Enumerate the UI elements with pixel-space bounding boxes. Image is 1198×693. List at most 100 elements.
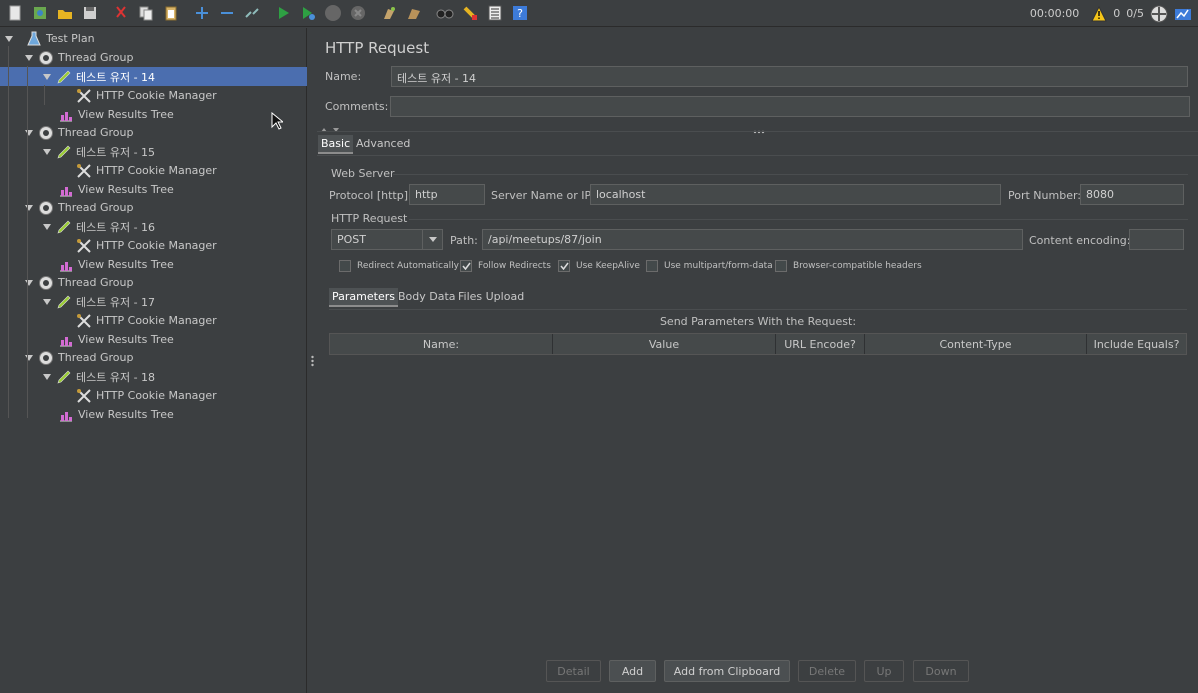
tree-item-controller[interactable]: 테스트 유저 - 16	[0, 217, 307, 236]
chevron-down-icon[interactable]	[24, 353, 34, 363]
path-field[interactable]: /api/meetups/87/join	[482, 229, 1023, 250]
checkbox-box[interactable]	[646, 260, 658, 272]
port-label: Port Number:	[1008, 189, 1082, 202]
tree-item-cookie-manager[interactable]: HTTP Cookie Manager	[0, 311, 307, 330]
checkbox-redirect-automatically[interactable]: Redirect Automatically	[339, 260, 459, 272]
open-icon[interactable]	[54, 2, 76, 24]
help-icon[interactable]: ?	[509, 2, 531, 24]
column-header-value[interactable]: Value	[553, 334, 776, 354]
detail-button[interactable]: Detail	[546, 660, 601, 682]
new-icon[interactable]	[4, 2, 26, 24]
chevron-down-icon[interactable]	[42, 222, 52, 232]
clear-all-icon[interactable]	[403, 2, 425, 24]
chevron-down-icon[interactable]	[42, 372, 52, 382]
checkbox-box[interactable]	[339, 260, 351, 272]
chevron-down-icon[interactable]	[24, 203, 34, 213]
tab-parameters[interactable]: Parameters	[329, 288, 398, 307]
toolbar: ? 00:00:00 0 0/5	[0, 0, 1198, 27]
tree-item-thread-group[interactable]: Thread Group	[0, 198, 307, 217]
expand-icon[interactable]	[191, 2, 213, 24]
search-icon[interactable]	[434, 2, 456, 24]
checkbox-box[interactable]	[775, 260, 787, 272]
tab-files-upload[interactable]: Files Upload	[455, 288, 527, 305]
content-encoding-field[interactable]	[1129, 229, 1184, 250]
tree-item-view-results-tree[interactable]: View Results Tree	[0, 255, 307, 274]
column-header-url-encode[interactable]: URL Encode?	[776, 334, 865, 354]
tree-item-controller[interactable]: 테스트 유저 - 14	[0, 67, 307, 86]
protocol-field[interactable]: http	[409, 184, 485, 205]
tab-basic[interactable]: Basic	[318, 135, 354, 154]
tree-item-thread-group[interactable]: Thread Group	[0, 273, 307, 292]
log-viewer-icon[interactable]	[1174, 5, 1192, 23]
tree-item-cookie-manager[interactable]: HTTP Cookie Manager	[0, 236, 307, 255]
tree-item-view-results-tree[interactable]: View Results Tree	[0, 180, 307, 199]
comments-label: Comments:	[325, 100, 389, 113]
shutdown-icon[interactable]	[347, 2, 369, 24]
tab-body-data[interactable]: Body Data	[395, 288, 459, 305]
checkbox-use-multipart-form-data[interactable]: Use multipart/form-data	[646, 260, 773, 272]
tree-item-controller[interactable]: 테스트 유저 - 18	[0, 367, 307, 386]
column-header-include-equals[interactable]: Include Equals?	[1087, 334, 1186, 354]
chevron-down-icon[interactable]	[42, 297, 52, 307]
chevron-down-icon[interactable]	[24, 128, 34, 138]
tree-guide-line	[44, 85, 45, 105]
templates-icon[interactable]	[29, 2, 51, 24]
reset-search-icon[interactable]	[459, 2, 481, 24]
checkbox-box[interactable]	[460, 260, 472, 272]
remote-icon[interactable]	[1150, 5, 1168, 23]
warning-icon[interactable]	[1091, 5, 1108, 22]
paste-icon[interactable]	[160, 2, 182, 24]
up-button[interactable]: Up	[864, 660, 904, 682]
stop-icon[interactable]	[322, 2, 344, 24]
tree-item-thread-group[interactable]: Thread Group	[0, 48, 307, 67]
name-field[interactable]: 테스트 유저 - 14	[391, 66, 1188, 87]
tree-item-thread-group[interactable]: Thread Group	[0, 123, 307, 142]
column-header-name[interactable]: Name:	[330, 334, 553, 354]
params-table-body[interactable]	[329, 356, 1187, 646]
function-helper-icon[interactable]	[484, 2, 506, 24]
chevron-down-icon[interactable]	[422, 230, 442, 249]
toggle-icon[interactable]	[241, 2, 263, 24]
comments-field[interactable]	[390, 96, 1190, 117]
pen-icon	[56, 144, 72, 160]
tab-advanced[interactable]: Advanced	[353, 135, 413, 152]
server-field[interactable]: localhost	[590, 184, 1001, 205]
start-icon[interactable]	[272, 2, 294, 24]
method-value: POST	[337, 233, 366, 246]
tree-item-view-results-tree[interactable]: View Results Tree	[0, 330, 307, 349]
tree-item-cookie-manager[interactable]: HTTP Cookie Manager	[0, 86, 307, 105]
chevron-down-icon[interactable]	[24, 53, 34, 63]
add-from-clipboard-button[interactable]: Add from Clipboard	[664, 660, 790, 682]
chevron-down-icon[interactable]	[42, 147, 52, 157]
checkbox-use-keepalive[interactable]: Use KeepAlive	[558, 260, 640, 272]
chevron-down-icon[interactable]	[24, 278, 34, 288]
down-button[interactable]: Down	[913, 660, 969, 682]
tree-item-thread-group[interactable]: Thread Group	[0, 348, 307, 367]
tree-item-controller[interactable]: 테스트 유저 - 17	[0, 292, 307, 311]
tree-item-cookie-manager[interactable]: HTTP Cookie Manager	[0, 161, 307, 180]
method-select[interactable]: POST	[331, 229, 443, 250]
checkbox-box[interactable]	[558, 260, 570, 272]
collapse-icon[interactable]	[216, 2, 238, 24]
delete-button[interactable]: Delete	[798, 660, 856, 682]
checkbox-browser-compatible-headers[interactable]: Browser-compatible headers	[775, 260, 922, 272]
tree-item-view-results-tree[interactable]: View Results Tree	[0, 105, 307, 124]
cut-icon[interactable]	[110, 2, 132, 24]
copy-icon[interactable]	[135, 2, 157, 24]
add-button[interactable]: Add	[609, 660, 656, 682]
chevron-down-icon[interactable]	[42, 72, 52, 82]
tree-item-label: Thread Group	[58, 351, 134, 364]
tree-item-test-plan[interactable]: Test Plan	[0, 29, 307, 48]
panel-splitter[interactable]	[307, 28, 317, 693]
chevron-down-icon[interactable]	[4, 34, 14, 44]
tree-item-controller[interactable]: 테스트 유저 - 15	[0, 142, 307, 161]
checkbox-follow-redirects[interactable]: Follow Redirects	[460, 260, 551, 272]
gear-icon	[38, 275, 54, 291]
start-no-pause-icon[interactable]	[297, 2, 319, 24]
save-icon[interactable]	[79, 2, 101, 24]
tree-item-cookie-manager[interactable]: HTTP Cookie Manager	[0, 386, 307, 405]
column-header-content-type[interactable]: Content-Type	[865, 334, 1087, 354]
clear-icon[interactable]	[378, 2, 400, 24]
tree-item-view-results-tree[interactable]: View Results Tree	[0, 405, 307, 424]
port-field[interactable]: 8080	[1080, 184, 1184, 205]
